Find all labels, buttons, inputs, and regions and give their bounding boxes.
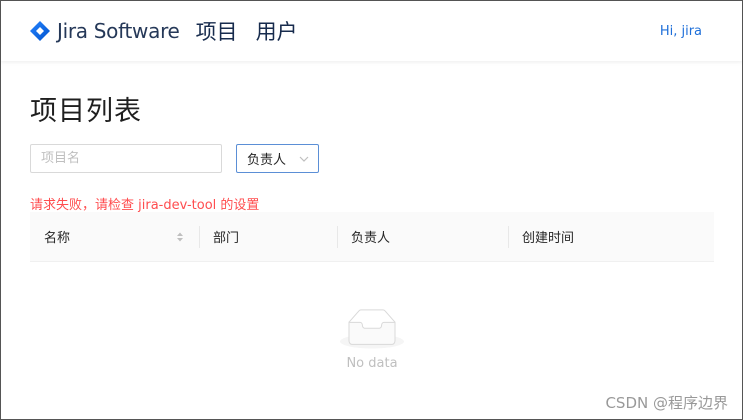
nav-item-projects[interactable]: 项目: [196, 16, 238, 46]
filter-bar: 负责人: [30, 144, 713, 173]
chevron-down-icon: [298, 153, 310, 165]
error-message: 请求失败，请检查 jira-dev-tool 的设置: [30, 198, 260, 213]
main-content: 项目列表 负责人 请求失败，请检查 jira-dev-tool 的设置 名称: [1, 61, 742, 387]
owner-select-value: 负责人: [247, 153, 287, 168]
column-header-created: 创建时间: [508, 212, 714, 261]
project-table: 名称 部门 负责人 创建时间 No data: [30, 212, 714, 387]
owner-select[interactable]: 负责人: [236, 144, 319, 173]
brand-logo-link[interactable]: Jira Software: [29, 19, 180, 43]
brand-name: Jira Software: [57, 19, 180, 43]
column-label-created: 创建时间: [522, 231, 575, 246]
table-header: 名称 部门 负责人 创建时间: [30, 212, 714, 262]
table-empty-state: No data: [30, 262, 714, 387]
jira-logo-icon: [29, 20, 51, 42]
user-menu-link[interactable]: Hi, jira: [660, 24, 702, 39]
sort-icon[interactable]: [175, 230, 185, 244]
page-title: 项目列表: [30, 96, 142, 127]
column-header-department: 部门: [199, 212, 337, 261]
watermark-text: CSDN @程序边界: [605, 394, 728, 412]
column-header-owner: 负责人: [337, 212, 508, 261]
nav-item-users[interactable]: 用户: [256, 16, 298, 46]
empty-box-icon: [340, 309, 404, 349]
column-header-name[interactable]: 名称: [30, 212, 199, 261]
column-label-owner: 负责人: [351, 231, 391, 246]
column-label-name: 名称: [44, 231, 71, 246]
project-name-input[interactable]: [30, 144, 222, 173]
app-header: Jira Software 项目 用户 Hi, jira: [1, 1, 742, 61]
empty-text: No data: [346, 356, 398, 371]
column-label-department: 部门: [213, 231, 240, 246]
